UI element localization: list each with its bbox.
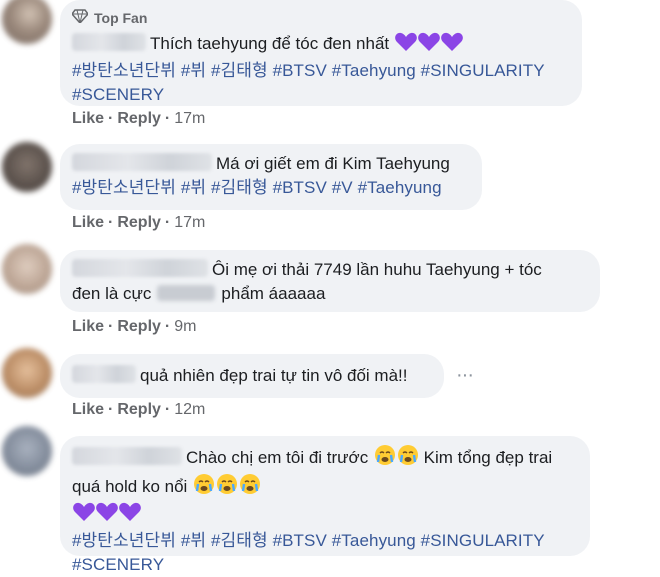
hashtag-link[interactable]: #SINGULARITY (421, 61, 545, 80)
comment-bubble: Top Fan Thích taehyung để tóc đen nhất #… (60, 0, 582, 106)
commenter-name[interactable] (72, 365, 136, 383)
crying-face-icon (193, 473, 215, 502)
reply-link[interactable]: Reply (117, 110, 161, 128)
separator: · (108, 318, 114, 335)
separator: · (108, 214, 114, 231)
reply-link[interactable]: Reply (117, 318, 161, 336)
hashtag-link[interactable]: #Taehyung (332, 61, 416, 80)
like-link[interactable]: Like (72, 318, 104, 336)
hashtag-link[interactable]: #Taehyung (358, 178, 442, 197)
purple-heart-icon (119, 502, 141, 529)
comment-actions: Like · Reply · 17m (72, 110, 205, 128)
commenter-name[interactable] (72, 153, 212, 171)
purple-heart-icon (96, 502, 118, 529)
hashtag-link[interactable]: #Taehyung (332, 531, 416, 550)
purple-heart-icon (441, 32, 463, 59)
hashtag-link[interactable]: #SCENERY (72, 85, 164, 104)
comment-bubble: quả nhiên đẹp trai tự tin vô đối mà!! (60, 354, 444, 398)
hashtag-link[interactable]: #뷔 (181, 61, 206, 80)
comment-bubble: Chào chị em tôi đi trước Kim tổng đẹp tr… (60, 436, 590, 574)
top-fan-badge: Top Fan (71, 6, 570, 30)
avatar[interactable] (2, 142, 52, 192)
hashtag-link[interactable]: #방탄소년단뷔 (72, 61, 176, 80)
hashtag-list: #방탄소년단뷔 #뷔 #김태형 #BTSV #V #Taehyung (72, 176, 470, 200)
comment-text: Ôi mẹ ơi thải 7749 lần huhu Taehyung + t… (72, 259, 542, 303)
hashtag-link[interactable]: #김태형 (211, 61, 268, 80)
avatar[interactable] (2, 348, 52, 398)
crying-face-icon (397, 444, 419, 473)
comment-actions: Like · Reply · 12m (72, 401, 205, 419)
purple-heart-icon (418, 32, 440, 59)
reply-link[interactable]: Reply (117, 401, 161, 419)
separator: · (164, 110, 171, 127)
commenter-name[interactable] (72, 33, 146, 51)
crying-face-icon (216, 473, 238, 502)
hashtag-link[interactable]: #방탄소년단뷔 (72, 531, 176, 550)
hashtag-link[interactable]: #SINGULARITY (421, 531, 545, 550)
hashtag-link[interactable]: #뷔 (181, 531, 206, 550)
censored-word (157, 285, 216, 301)
separator: · (108, 401, 114, 418)
hashtag-link[interactable]: #뷔 (181, 178, 206, 197)
timestamp[interactable]: 17m (174, 214, 205, 232)
reply-link[interactable]: Reply (117, 214, 161, 232)
separator: · (108, 110, 114, 127)
comment-actions: Like · Reply · 17m (72, 214, 205, 232)
hashtag-link[interactable]: #SCENERY (72, 555, 164, 574)
commenter-name[interactable] (72, 259, 208, 277)
hashtag-link[interactable]: #BTSV (273, 178, 327, 197)
hashtag-link[interactable]: #BTSV (273, 61, 327, 80)
badge-label: Top Fan (94, 10, 148, 26)
commenter-name[interactable] (72, 447, 182, 465)
like-link[interactable]: Like (72, 401, 104, 419)
hashtag-link[interactable]: #김태형 (211, 178, 268, 197)
purple-heart-icon (73, 502, 95, 529)
comment-text: Chào chị em tôi đi trước Kim tổng đẹp tr… (72, 444, 578, 529)
comment-text: Má ơi giết em đi Kim Taehyung (72, 152, 470, 176)
comment-text: quả nhiên đẹp trai tự tin vô đối mà!! (72, 364, 432, 388)
comment-bubble: Má ơi giết em đi Kim Taehyung #방탄소년단뷔 #뷔… (60, 144, 482, 210)
comment-actions: Like · Reply · 9m (72, 318, 196, 336)
avatar[interactable] (2, 426, 52, 476)
timestamp[interactable]: 12m (174, 401, 205, 419)
diamond-icon (71, 6, 89, 30)
crying-face-icon (374, 444, 396, 473)
like-link[interactable]: Like (72, 110, 104, 128)
separator: · (164, 401, 171, 418)
separator: · (164, 318, 171, 335)
separator: · (164, 214, 171, 231)
hashtag-list: #방탄소년단뷔 #뷔 #김태형 #BTSV #Taehyung #SINGULA… (72, 59, 570, 107)
hashtag-list: #방탄소년단뷔 #뷔 #김태형 #BTSV #Taehyung #SINGULA… (72, 529, 578, 577)
hashtag-link[interactable]: #V (332, 178, 353, 197)
hashtag-link[interactable]: #BTSV (273, 531, 327, 550)
timestamp[interactable]: 17m (174, 110, 205, 128)
avatar[interactable] (2, 244, 52, 294)
comment-bubble: Ôi mẹ ơi thải 7749 lần huhu Taehyung + t… (60, 250, 600, 312)
more-options-icon[interactable]: ··· (456, 364, 474, 387)
timestamp[interactable]: 9m (174, 318, 196, 336)
crying-face-icon (239, 473, 261, 502)
purple-heart-icon (395, 32, 417, 59)
avatar[interactable] (2, 0, 52, 44)
hashtag-link[interactable]: #방탄소년단뷔 (72, 178, 176, 197)
like-link[interactable]: Like (72, 214, 104, 232)
hashtag-link[interactable]: #김태형 (211, 531, 268, 550)
comment-text: Thích taehyung để tóc đen nhất (72, 32, 570, 59)
